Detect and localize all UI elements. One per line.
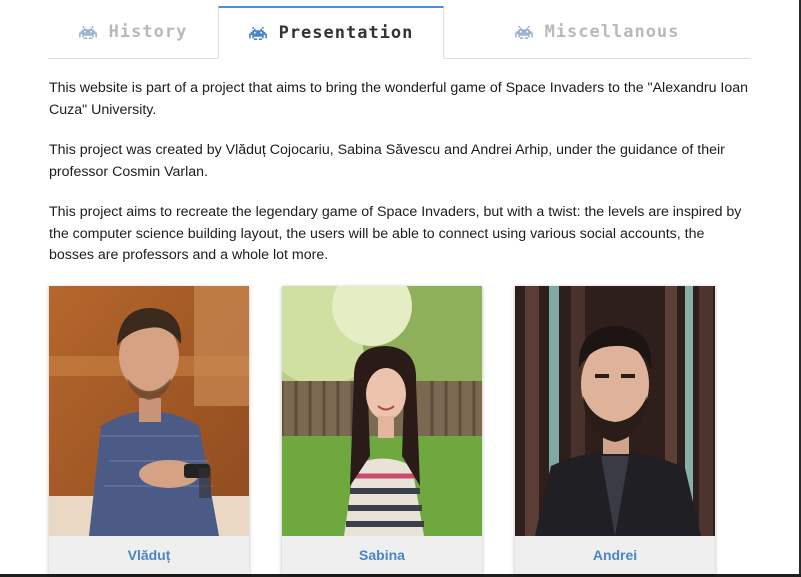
presentation-text: This website is part of a project that a… (49, 78, 749, 286)
tab-history-label: History (108, 22, 188, 42)
team-photo (49, 286, 249, 536)
tab-miscellanous-label: Miscellanous (544, 22, 680, 42)
paragraph-intro: This website is part of a project that a… (49, 80, 749, 118)
tab-bar: History Presentation Miscellanous (48, 6, 750, 59)
team-name[interactable]: Andrei (515, 536, 715, 574)
team-card-vladut[interactable]: Vlăduț (49, 286, 249, 574)
team-card-sabina[interactable]: Sabina (282, 286, 482, 574)
team-card-andrei[interactable]: Andrei (515, 286, 715, 574)
team-name[interactable]: Sabina (282, 536, 482, 574)
team-name[interactable]: Vlăduț (49, 536, 249, 574)
team-photo (515, 286, 715, 536)
tab-presentation-label: Presentation (278, 23, 414, 43)
team-photo (282, 286, 482, 536)
tab-presentation[interactable]: Presentation (218, 6, 444, 59)
paragraph-authors: This project was created by Vlăduț Cojoc… (49, 142, 725, 180)
space-invader-icon (248, 26, 267, 40)
space-invader-icon (78, 25, 97, 39)
tab-miscellanous[interactable]: Miscellanous (444, 6, 750, 58)
tab-history[interactable]: History (48, 6, 218, 58)
space-invader-icon (514, 25, 533, 39)
paragraph-goals: This project aims to recreate the legend… (49, 204, 742, 263)
